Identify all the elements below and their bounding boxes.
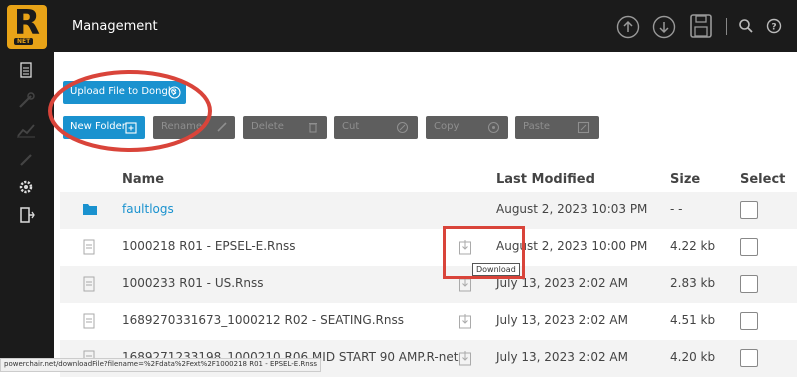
file-name: 1000233 R01 - US.Rnss: [122, 276, 264, 290]
download-icon[interactable]: [458, 313, 472, 329]
copy-icon: [487, 121, 500, 134]
file-name: 1689270331673_1000212 R02 - SEATING.Rnss: [122, 313, 404, 327]
scissors-icon: [396, 121, 409, 134]
table-row[interactable]: 1000233 R01 - US.Rnss July 13, 2023 2:02…: [60, 266, 797, 303]
chart-icon[interactable]: [14, 120, 38, 140]
file-icon: [83, 239, 95, 255]
file-icon: [83, 313, 95, 329]
copy-label: Copy: [434, 121, 460, 132]
select-checkbox[interactable]: [740, 349, 758, 367]
file-name[interactable]: faultlogs: [122, 202, 174, 216]
logout-icon[interactable]: [14, 205, 38, 225]
delete-label: Delete: [251, 121, 284, 132]
copy-button[interactable]: Copy: [426, 116, 508, 139]
link-icon[interactable]: [14, 150, 38, 170]
header-size[interactable]: Size: [670, 172, 700, 187]
file-date: August 2, 2023 10:03 PM: [496, 202, 648, 216]
file-date: July 13, 2023 2:02 AM: [496, 313, 628, 327]
top-bar: Management ?: [54, 0, 797, 52]
save-icon[interactable]: [689, 13, 713, 39]
cut-label: Cut: [342, 121, 360, 132]
help-icon[interactable]: ?: [766, 18, 782, 34]
header-select: Select: [740, 172, 786, 187]
download-tooltip: Download: [472, 263, 520, 276]
trash-icon: [309, 123, 317, 133]
app-logo[interactable]: R NET: [7, 3, 47, 49]
toolbar-divider: [726, 18, 727, 35]
document-icon[interactable]: [14, 61, 38, 81]
sidebar: R NET: [0, 0, 54, 370]
select-checkbox[interactable]: [740, 312, 758, 330]
wrench-icon[interactable]: [14, 91, 38, 111]
delete-button[interactable]: Delete: [243, 116, 327, 139]
select-checkbox[interactable]: [740, 201, 758, 219]
file-size: 2.83 kb: [670, 276, 716, 290]
file-icon: [83, 276, 95, 292]
select-checkbox[interactable]: [740, 238, 758, 256]
header-last-modified[interactable]: Last Modified: [496, 172, 595, 187]
file-size: 4.22 kb: [670, 239, 716, 253]
pencil-icon: [217, 122, 227, 132]
download-circle-icon[interactable]: [652, 15, 676, 39]
cut-button[interactable]: Cut: [334, 116, 418, 139]
svg-text:?: ?: [771, 23, 776, 33]
folder-icon: [83, 204, 97, 215]
paste-label: Paste: [523, 121, 550, 132]
paste-button[interactable]: Paste: [515, 116, 599, 139]
gear-icon[interactable]: [14, 177, 38, 197]
upload-circle-icon[interactable]: [616, 15, 640, 39]
paste-icon: [577, 121, 590, 134]
header-name[interactable]: Name: [122, 172, 164, 187]
file-date: July 13, 2023 2:02 AM: [496, 350, 628, 364]
table-row[interactable]: faultlogs August 2, 2023 10:03 PM - -: [60, 192, 797, 229]
table-row[interactable]: 1689270331673_1000212 R02 - SEATING.Rnss…: [60, 303, 797, 340]
logo-letter: R: [13, 3, 41, 43]
download-icon[interactable]: [458, 350, 472, 366]
file-size: 4.51 kb: [670, 313, 716, 327]
select-checkbox[interactable]: [740, 275, 758, 293]
file-size: 4.20 kb: [670, 350, 716, 364]
logo-sub: NET: [14, 38, 34, 45]
file-name: 1000218 R01 - EPSEL-E.Rnss: [122, 239, 296, 253]
table-row[interactable]: 1000218 R01 - EPSEL-E.Rnss August 2, 202…: [60, 229, 797, 266]
file-size: - -: [670, 202, 683, 216]
search-icon[interactable]: [738, 18, 754, 34]
page-title: Management: [72, 19, 158, 34]
annotation-ellipse: [48, 70, 212, 152]
